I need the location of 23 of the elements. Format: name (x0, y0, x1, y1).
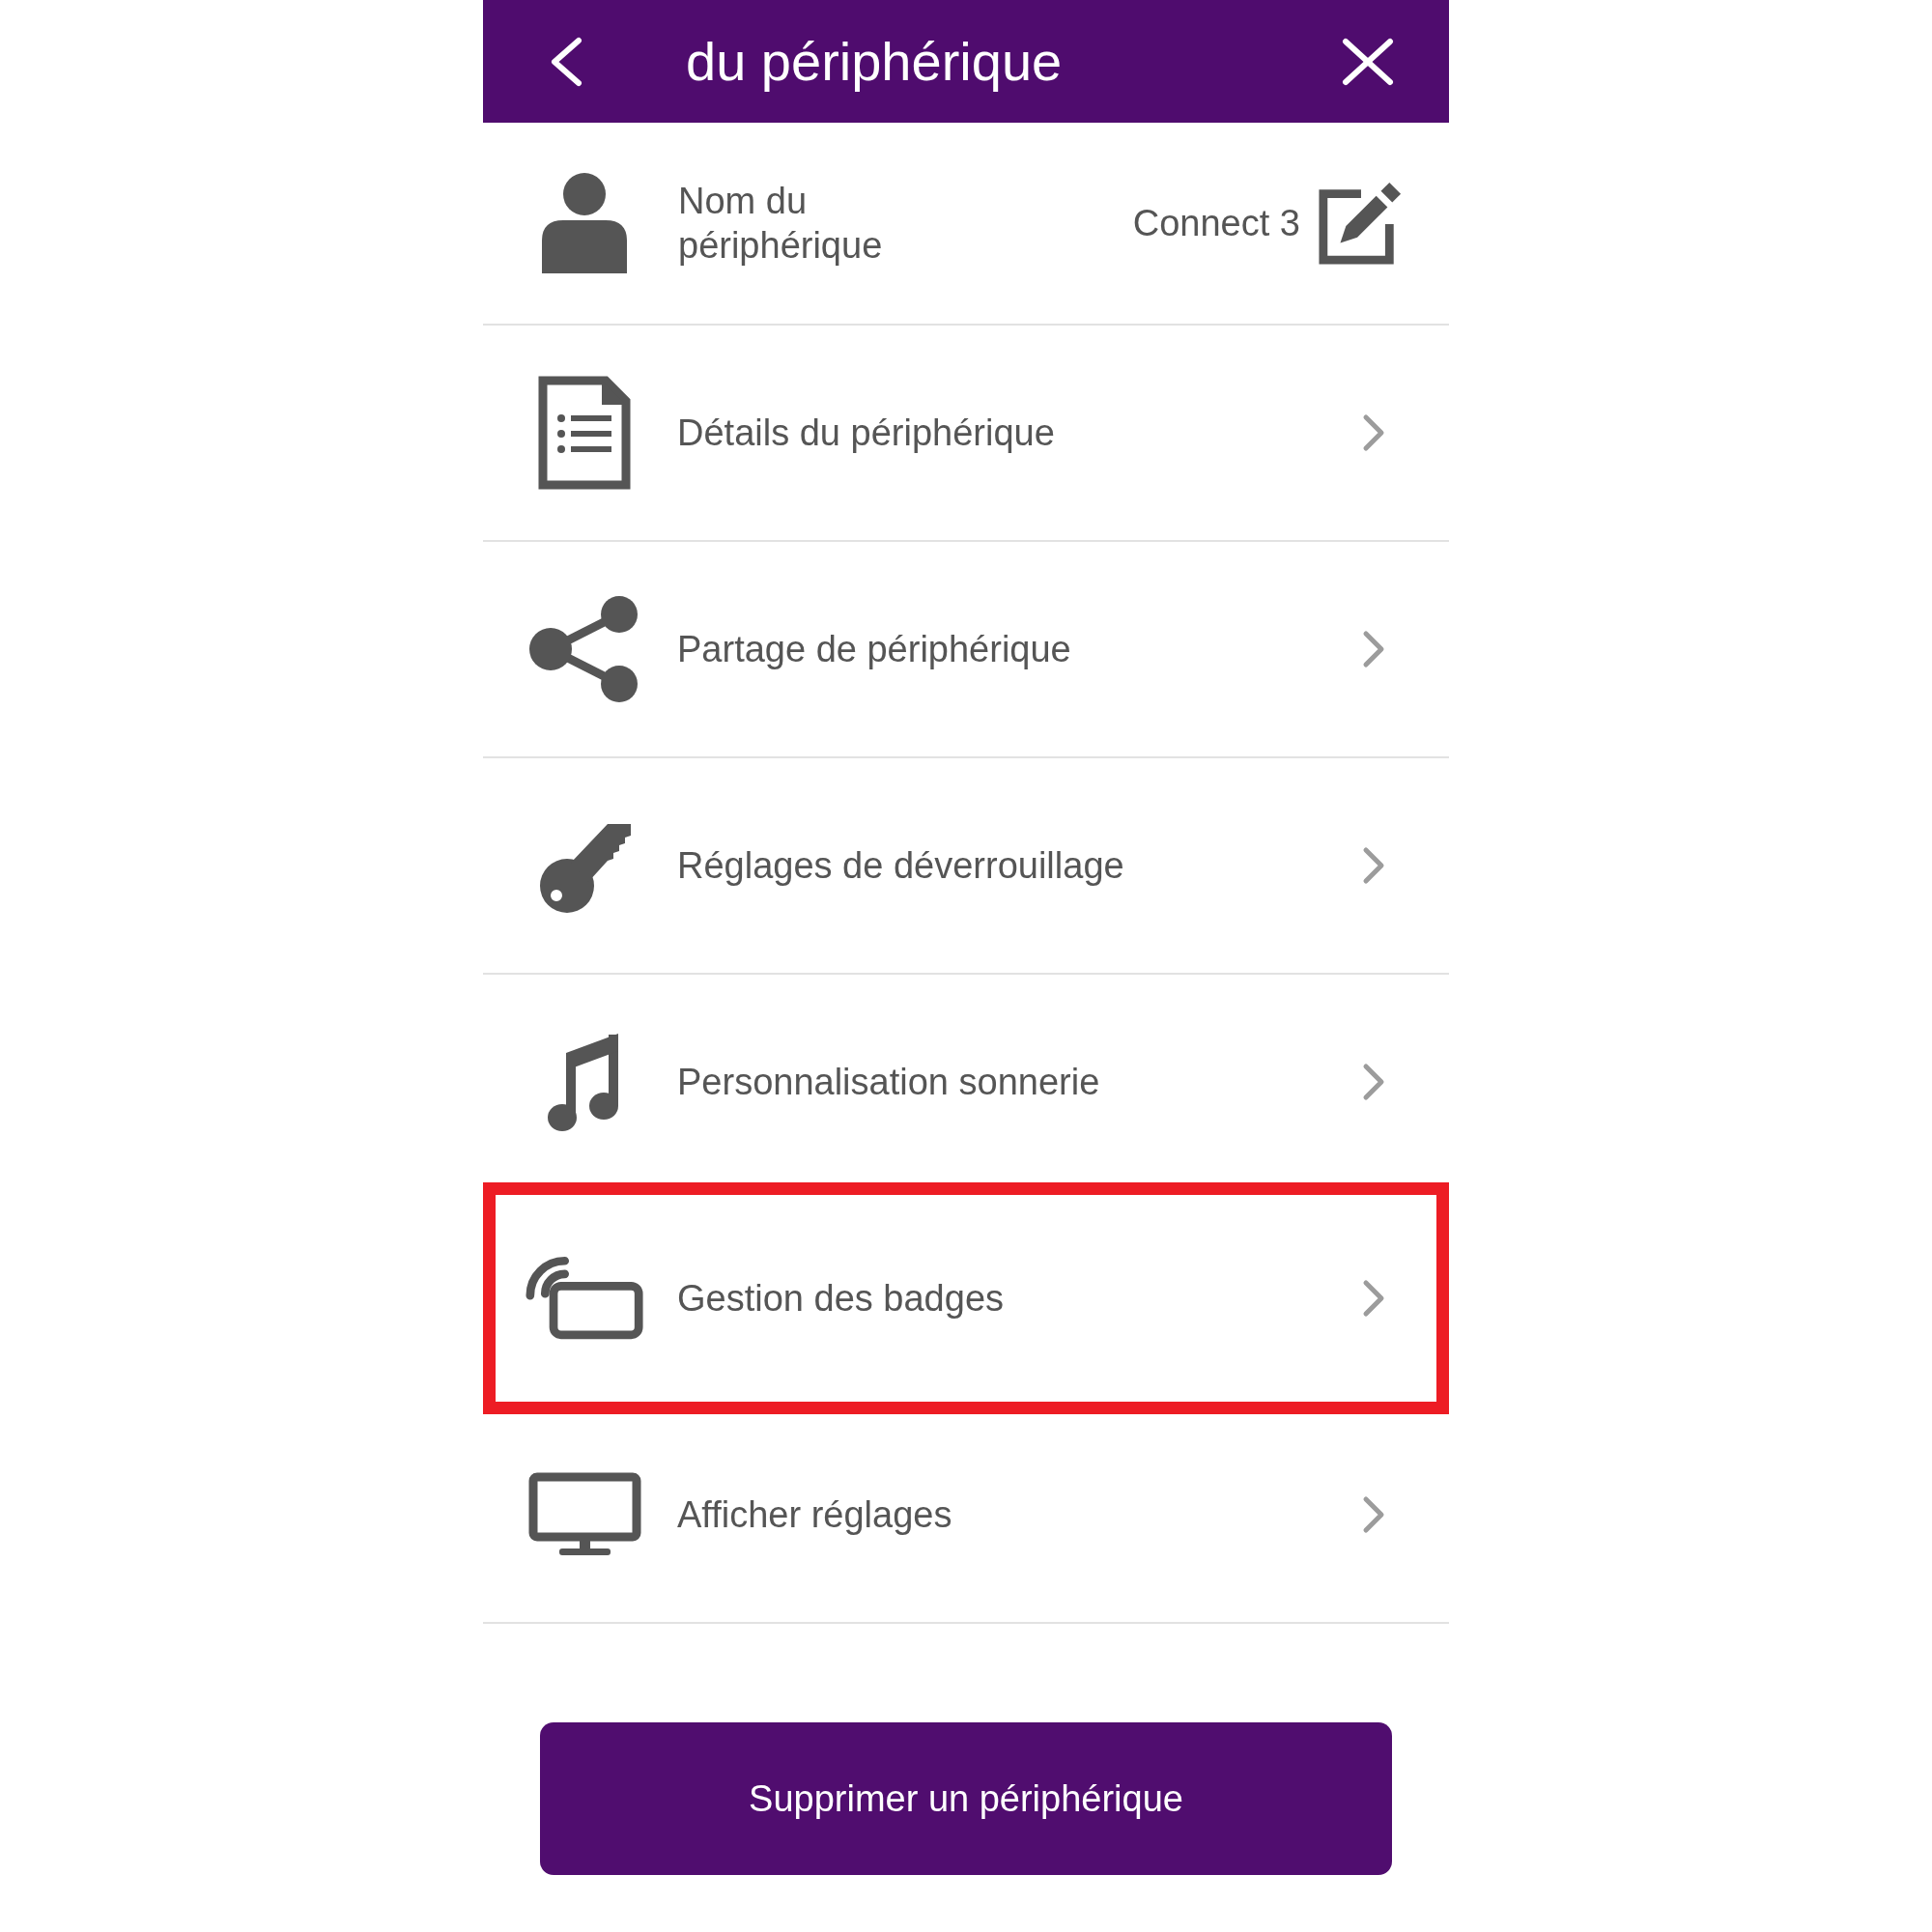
chevron-right-icon (1362, 413, 1385, 452)
menu-item[interactable]: Réglages de déverrouillage (483, 758, 1449, 975)
monitor-icon (527, 1472, 641, 1557)
chevron-right-icon (1362, 1063, 1385, 1101)
chevron-right-icon (1362, 846, 1385, 885)
header-title: du périphérique (686, 29, 1063, 94)
chevron-right-icon (1362, 1279, 1385, 1318)
share-icon (529, 595, 639, 703)
document-list-icon (538, 376, 631, 490)
close-icon[interactable] (1342, 37, 1394, 86)
chevron-right-icon (1362, 1495, 1385, 1534)
menu-item[interactable]: Personnalisation sonnerie (483, 975, 1449, 1191)
edit-icon[interactable] (1318, 181, 1403, 266)
badge-card-icon (525, 1255, 644, 1342)
delete-device-button[interactable]: Supprimer un périphérique (540, 1722, 1392, 1875)
back-icon[interactable] (549, 36, 583, 87)
field-label: Nom du périphérique (678, 180, 884, 268)
menu-item[interactable]: Afficher réglages (483, 1407, 1449, 1624)
menu-item[interactable]: Partage de périphérique (483, 542, 1449, 758)
chevron-right-icon (1362, 630, 1385, 668)
device-name-value: Connect 3 (1132, 202, 1300, 244)
menu-item[interactable]: Détails du périphérique (483, 326, 1449, 542)
person-icon (542, 173, 627, 273)
